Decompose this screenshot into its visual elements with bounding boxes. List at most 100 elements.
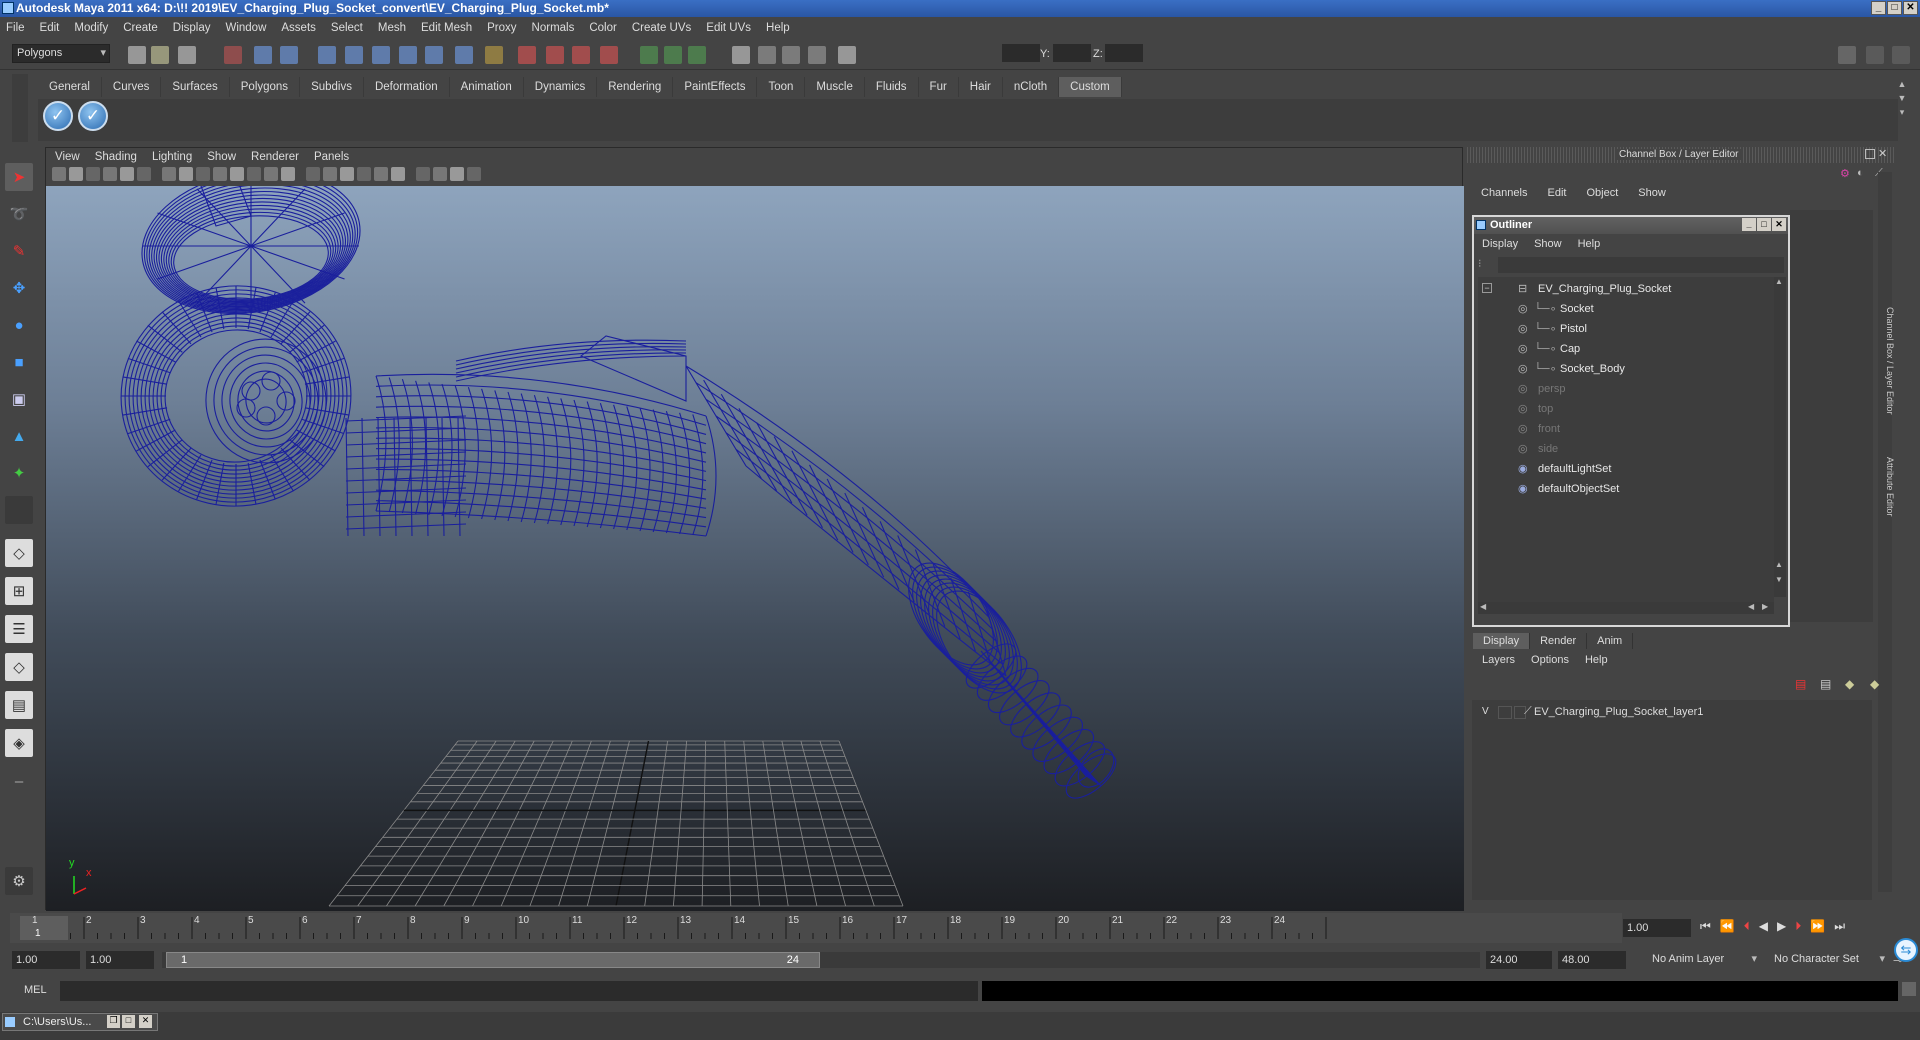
shelf-tab-fluids[interactable]: Fluids (865, 77, 919, 97)
y-field[interactable] (1053, 44, 1091, 62)
side-tab-attribute-editor[interactable]: Attribute Editor (1877, 457, 1895, 547)
snap-toggle-icon[interactable] (838, 46, 856, 64)
menu-edit-uvs[interactable]: Edit UVs (706, 22, 751, 34)
outliner-menu-display[interactable]: Display (1482, 238, 1518, 250)
outliner-menu-help[interactable]: Help (1578, 238, 1601, 250)
shelf-tab-curves[interactable]: Curves (102, 77, 162, 97)
step-back-key-icon[interactable]: ⏪ (1720, 919, 1735, 934)
viewport-menu-panels[interactable]: Panels (314, 151, 349, 163)
viewport-tool-icon[interactable] (281, 167, 295, 181)
channel-menu-object[interactable]: Object (1586, 187, 1618, 199)
camera-icon[interactable] (808, 46, 826, 64)
current-frame-field[interactable]: 1.00 (1623, 919, 1691, 937)
viewport-tool-icon[interactable] (416, 167, 430, 181)
menu-proxy[interactable]: Proxy (487, 22, 516, 34)
mel-input[interactable] (60, 981, 978, 1001)
viewport-tool-icon[interactable] (86, 167, 100, 181)
save-scene-icon[interactable] (178, 46, 196, 64)
viewport-menu-view[interactable]: View (55, 151, 80, 163)
viewport-tool-icon[interactable] (120, 167, 134, 181)
layout-options-icon[interactable]: ‒ (5, 767, 33, 795)
menu-mesh[interactable]: Mesh (378, 22, 406, 34)
outliner-item-front[interactable]: ◎ front (1478, 419, 1768, 439)
outliner-persp-layout-icon[interactable]: ☰ (5, 615, 33, 643)
x-field[interactable] (1002, 44, 1040, 62)
playback-start-field[interactable]: 1.00 (86, 951, 154, 969)
shelf-tab-fur[interactable]: Fur (919, 77, 959, 97)
make-live-icon[interactable] (425, 46, 443, 64)
render-icon[interactable] (518, 46, 536, 64)
viewport-scene[interactable]: y x (46, 186, 1464, 911)
outliner-item-defaultlightset[interactable]: ◉ defaultLightSet (1478, 459, 1768, 479)
shelf-tab-ncloth[interactable]: nCloth (1003, 77, 1060, 97)
render-globals-icon[interactable] (782, 46, 800, 64)
animation-end-field[interactable]: 48.00 (1558, 951, 1626, 969)
channel-menu-channels[interactable]: Channels (1481, 187, 1527, 199)
snap-plane-icon[interactable] (399, 46, 417, 64)
play-forward-icon[interactable]: ▶ (1777, 919, 1786, 934)
shelf-tab-animation[interactable]: Animation (450, 77, 524, 97)
outliner-item-defaultobjectset[interactable]: ◉ defaultObjectSet (1478, 479, 1768, 499)
layer-menu-help[interactable]: Help (1585, 654, 1608, 666)
menu-create[interactable]: Create (123, 22, 158, 34)
render-view-icon[interactable] (732, 46, 750, 64)
go-to-end-icon[interactable]: ⏭ (1834, 919, 1845, 934)
new-layer-icon[interactable]: ▤ (1795, 677, 1815, 693)
time-slider[interactable]: 1 1 2 3 4 5 6 7 8 9 10 11 12 13 14 15 16 17 18 19 20 21 22 23 2… (10, 913, 1622, 943)
viewport-tool-icon[interactable] (357, 167, 371, 181)
snap-curve-icon[interactable] (345, 46, 363, 64)
new-scene-icon[interactable] (128, 46, 146, 64)
check-icon[interactable]: ✓ (78, 101, 108, 131)
mel-label[interactable]: MEL (24, 984, 47, 996)
outliner-vertical-scrollbar[interactable]: ▲ ▲ ▼ (1774, 277, 1786, 597)
close-panel-button[interactable]: ✕ (1878, 147, 1887, 160)
shelf-tab-custom[interactable]: Custom (1059, 77, 1122, 97)
menu-display[interactable]: Display (173, 22, 211, 34)
select-by-object-icon[interactable] (254, 46, 272, 64)
history-icon[interactable] (455, 46, 473, 64)
ipr-icon[interactable] (758, 46, 776, 64)
play-backward-icon[interactable]: ◀ (1759, 919, 1768, 934)
lasso-tool-icon[interactable]: ➰ (5, 200, 33, 228)
select-mode-icon[interactable] (664, 46, 682, 64)
viewport-menu-renderer[interactable]: Renderer (251, 151, 299, 163)
minimize-button[interactable]: _ (1871, 1, 1886, 15)
collapse-toggle[interactable]: − (1482, 283, 1492, 293)
menu-normals[interactable]: Normals (532, 22, 575, 34)
viewport-tool-icon[interactable] (137, 167, 151, 181)
panel-layout-icon[interactable] (1838, 46, 1856, 64)
speed-icon[interactable]: ◐ (1857, 167, 1864, 179)
scroll-left-arrow[interactable]: ◀ (1480, 602, 1486, 611)
viewport-tool-icon[interactable] (196, 167, 210, 181)
viewport-menu-show[interactable]: Show (207, 151, 236, 163)
layer-edit-icon[interactable]: ◆ (1870, 677, 1890, 693)
current-time-marker[interactable] (20, 916, 68, 940)
viewport-tool-icon[interactable] (306, 167, 320, 181)
outliner-item-pistol[interactable]: ◎ └─∘ Pistol (1478, 319, 1768, 339)
shelf-tab-muscle[interactable]: Muscle (805, 77, 865, 97)
shelf-tab-subdivs[interactable]: Subdivs (300, 77, 364, 97)
select-tool-icon[interactable]: ➤ (5, 163, 33, 191)
rotate-tool-icon[interactable]: ● (5, 311, 33, 339)
single-pane-layout-icon[interactable]: ◇ (5, 539, 33, 567)
persp-outliner-layout-icon[interactable]: ◈ (5, 729, 33, 757)
outliner-item-ev-charging-plug-socket[interactable]: ⊟ EV_Charging_Plug_Socket (1478, 279, 1768, 299)
viewport-tool-icon[interactable] (213, 167, 227, 181)
viewport-tool-icon[interactable] (374, 167, 388, 181)
step-forward-key-icon[interactable]: ⏩ (1810, 919, 1825, 934)
last-tool-icon[interactable] (5, 496, 33, 524)
menu-window[interactable]: Window (225, 22, 266, 34)
layer-row[interactable]: V ⟋ EV_Charging_Plug_Socket_layer1 (1476, 704, 1868, 722)
outliner-maximize-button[interactable]: □ (1757, 218, 1771, 231)
minimized-window[interactable]: C:\Users\Us... ❐ □ ✕ (2, 1013, 158, 1031)
shelf-tab-hair[interactable]: Hair (959, 77, 1003, 97)
side-tab-channel-box[interactable]: Channel Box / Layer Editor (1877, 307, 1895, 435)
outliner-horizontal-scrollbar[interactable]: ◀ ◀ ▶ (1478, 602, 1774, 614)
check-icon[interactable]: ✓ (43, 101, 73, 131)
layer-name[interactable]: EV_Charging_Plug_Socket_layer1 (1534, 706, 1703, 718)
persp-graph-layout-icon[interactable]: ◇ (5, 653, 33, 681)
menu-create-uvs[interactable]: Create UVs (632, 22, 691, 34)
step-forward-frame-icon[interactable]: ⏵ (1795, 919, 1801, 934)
outliner-search-field[interactable] (1498, 257, 1784, 273)
character-set-dropdown[interactable]: No Character Set (1770, 951, 1888, 970)
